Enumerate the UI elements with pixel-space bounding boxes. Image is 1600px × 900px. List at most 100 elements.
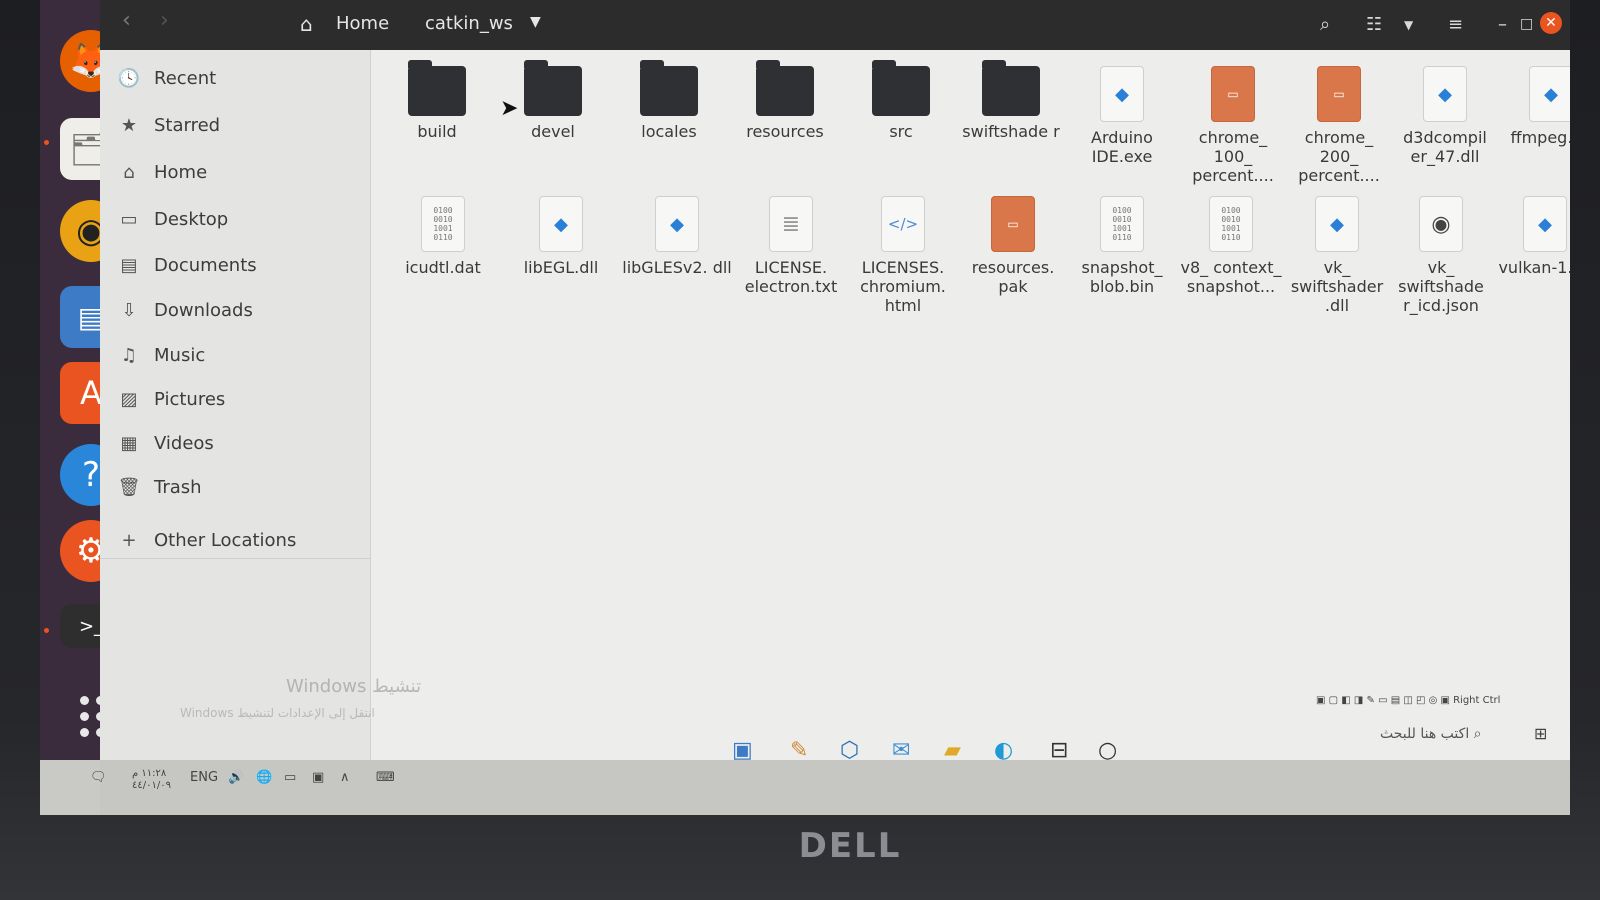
path-current-button[interactable]: catkin_ws bbox=[425, 13, 513, 34]
language-indicator[interactable]: ENG bbox=[190, 770, 218, 785]
mail-icon[interactable]: ✉ bbox=[892, 738, 910, 763]
files-window: ‹ › ⌂ Home catkin_ws ▼ ⌕ ☷ ▼ ≡ – □ ✕ 🕓 Re… bbox=[100, 0, 1570, 760]
file-name: resources. pak bbox=[971, 258, 1055, 296]
sidebar-item-home[interactable]: ⌂ Home bbox=[114, 156, 207, 188]
file-item[interactable]: 0100 0010 1001 0110 v8_ context_ snapshot… bbox=[1176, 196, 1286, 296]
sidebar-item-recent[interactable]: 🕓 Recent bbox=[114, 62, 216, 94]
file-name: resources bbox=[746, 122, 824, 141]
path-home-button[interactable]: Home bbox=[336, 13, 389, 34]
snipping-tool-icon[interactable]: ▣ bbox=[732, 738, 753, 763]
file-name: icudtl.dat bbox=[405, 258, 481, 277]
search-icon[interactable]: ⌕ bbox=[1320, 14, 1330, 35]
clock-date: ٤٤/٠١/٠٩ bbox=[132, 780, 171, 791]
virtualbox-icon[interactable]: ⬡ bbox=[840, 738, 859, 763]
file-name: vk_ swiftshade r_icd.json bbox=[1398, 258, 1484, 315]
search-placeholder: اكتب هنا للبحث bbox=[1380, 726, 1470, 742]
task-view-icon[interactable]: ⊟ bbox=[1050, 738, 1068, 763]
dell-logo: DELL bbox=[798, 826, 902, 866]
music-icon: ♫ bbox=[120, 344, 138, 366]
forward-arrow-icon[interactable]: › bbox=[160, 8, 169, 33]
file-item[interactable]: ◆ vk_ swiftshader .dll bbox=[1282, 196, 1392, 315]
file-explorer-icon[interactable]: ▰ bbox=[944, 738, 961, 763]
file-item[interactable]: ◉ vk_ swiftshade r_icd.json bbox=[1386, 196, 1496, 315]
folder-icon bbox=[640, 60, 698, 116]
sidebar-item-label: Other Locations bbox=[154, 529, 297, 551]
file-item[interactable]: ≣ LICENSE. electron.txt bbox=[736, 196, 846, 296]
notification-icon[interactable]: 🗨 bbox=[90, 770, 107, 785]
chevron-up-icon[interactable]: ∧ bbox=[340, 770, 350, 785]
sidebar-item-starred[interactable]: ★ Starred bbox=[114, 109, 220, 141]
file-item[interactable]: </> LICENSES. chromium. html bbox=[848, 196, 958, 315]
clock-time: ١١:٢٨ م bbox=[132, 768, 167, 779]
sidebar-item-desktop[interactable]: ▭ Desktop bbox=[114, 203, 228, 235]
volume-icon[interactable]: 🔊 bbox=[228, 770, 244, 785]
sidebar-item-other-locations[interactable]: + Other Locations bbox=[114, 524, 296, 556]
cortana-icon[interactable]: ○ bbox=[1098, 738, 1117, 763]
file-name: v8_ context_ snapshot... bbox=[1180, 258, 1282, 296]
html-file-icon: </> bbox=[881, 196, 925, 252]
archive-icon: ▭ bbox=[1317, 66, 1361, 122]
file-item[interactable]: ▭ chrome_ 100_ percent.... bbox=[1178, 66, 1288, 185]
binary-file-icon: 0100 0010 1001 0110 bbox=[421, 196, 465, 252]
file-item[interactable]: swiftshade r bbox=[956, 60, 1066, 141]
file-name: vk_ swiftshader .dll bbox=[1290, 258, 1384, 315]
sidebar-item-music[interactable]: ♫ Music bbox=[114, 339, 205, 371]
file-item[interactable]: ▭ resources. pak bbox=[958, 196, 1068, 296]
file-item[interactable]: ◆ ffmpeg.dll bbox=[1496, 66, 1570, 147]
sidebar-item-videos[interactable]: ▦ Videos bbox=[114, 427, 213, 459]
executable-icon: ◆ bbox=[1529, 66, 1570, 122]
device-icon[interactable]: ▣ bbox=[312, 770, 324, 785]
home-icon[interactable]: ⌂ bbox=[300, 12, 313, 36]
sidebar-item-label: Trash bbox=[154, 476, 202, 498]
file-item[interactable]: ◆ libEGL.dll bbox=[506, 196, 616, 277]
sidebar-divider bbox=[100, 558, 370, 559]
file-item[interactable]: locales bbox=[614, 60, 724, 141]
file-grid: build devel locales resources src swifts… bbox=[370, 50, 1570, 760]
file-name: devel bbox=[531, 122, 575, 141]
sidebar-item-trash[interactable]: 🗑 Trash bbox=[114, 471, 202, 503]
view-list-icon[interactable]: ☷ bbox=[1366, 14, 1382, 35]
archive-icon: ▭ bbox=[991, 196, 1035, 252]
activation-watermark-subtitle: Windows انتقل إلى الإعدادات لتنشيط bbox=[180, 706, 375, 720]
view-options-chevron-icon[interactable]: ▼ bbox=[1404, 18, 1413, 32]
file-name: build bbox=[417, 122, 457, 141]
edge-icon[interactable]: ◐ bbox=[994, 738, 1013, 763]
network-icon[interactable]: 🌐 bbox=[256, 770, 272, 785]
download-icon: ⇩ bbox=[121, 299, 137, 321]
file-item[interactable]: ◆ d3dcompil er_47.dll bbox=[1390, 66, 1500, 166]
sidebar-item-downloads[interactable]: ⇩ Downloads bbox=[114, 294, 252, 326]
chevron-down-icon[interactable]: ▼ bbox=[530, 14, 541, 30]
file-item[interactable]: ◆ libGLESv2. dll bbox=[622, 196, 732, 277]
maximize-icon[interactable]: □ bbox=[1520, 16, 1533, 32]
file-item[interactable]: ▭ chrome_ 200_ percent.... bbox=[1284, 66, 1394, 185]
folder-icon bbox=[872, 60, 930, 116]
windows-start-icon[interactable]: ⊞ bbox=[1534, 724, 1547, 743]
file-item[interactable]: 0100 0010 1001 0110 icudtl.dat bbox=[388, 196, 498, 277]
file-item[interactable]: build bbox=[382, 60, 492, 141]
file-name: Arduino IDE.exe bbox=[1091, 128, 1153, 166]
keyboard-icon[interactable]: ⌨ bbox=[376, 770, 395, 785]
running-indicator bbox=[44, 628, 49, 633]
sidebar-item-label: Home bbox=[154, 161, 208, 183]
star-icon: ★ bbox=[120, 114, 138, 136]
file-item[interactable]: src bbox=[846, 60, 956, 141]
pen-icon[interactable]: ✎ bbox=[790, 738, 808, 763]
file-item[interactable]: ◆ vulkan-1.dll bbox=[1490, 196, 1570, 277]
desktop-icon: ▭ bbox=[120, 208, 138, 230]
file-item[interactable]: resources bbox=[730, 60, 840, 141]
sidebar-item-pictures[interactable]: ▨ Pictures bbox=[114, 383, 225, 415]
screen: 🦊 🗂 ◉ ▤ A ? ⚙ >_ ‹ › ⌂ Home catkin_ws ▼ … bbox=[40, 0, 1570, 815]
menu-icon[interactable]: ≡ bbox=[1448, 14, 1463, 35]
windows-search-box[interactable]: اكتب هنا للبحث ⌕ bbox=[1380, 726, 1482, 742]
minimize-icon[interactable]: – bbox=[1498, 14, 1507, 35]
file-item[interactable]: 0100 0010 1001 0110 snapshot_ blob.bin bbox=[1067, 196, 1177, 296]
file-name: swiftshade r bbox=[962, 122, 1060, 141]
back-arrow-icon[interactable]: ‹ bbox=[122, 8, 131, 33]
file-name: chrome_ 100_ percent.... bbox=[1192, 128, 1274, 185]
sidebar-item-documents[interactable]: ▤ Documents bbox=[114, 249, 256, 281]
clock[interactable]: ١١:٢٨ م ٤٤/٠١/٠٩ bbox=[132, 768, 171, 792]
battery-icon[interactable]: ▭ bbox=[284, 770, 296, 785]
close-icon[interactable]: ✕ bbox=[1540, 12, 1562, 34]
folder-icon bbox=[982, 60, 1040, 116]
file-item[interactable]: ◆ Arduino IDE.exe bbox=[1067, 66, 1177, 166]
